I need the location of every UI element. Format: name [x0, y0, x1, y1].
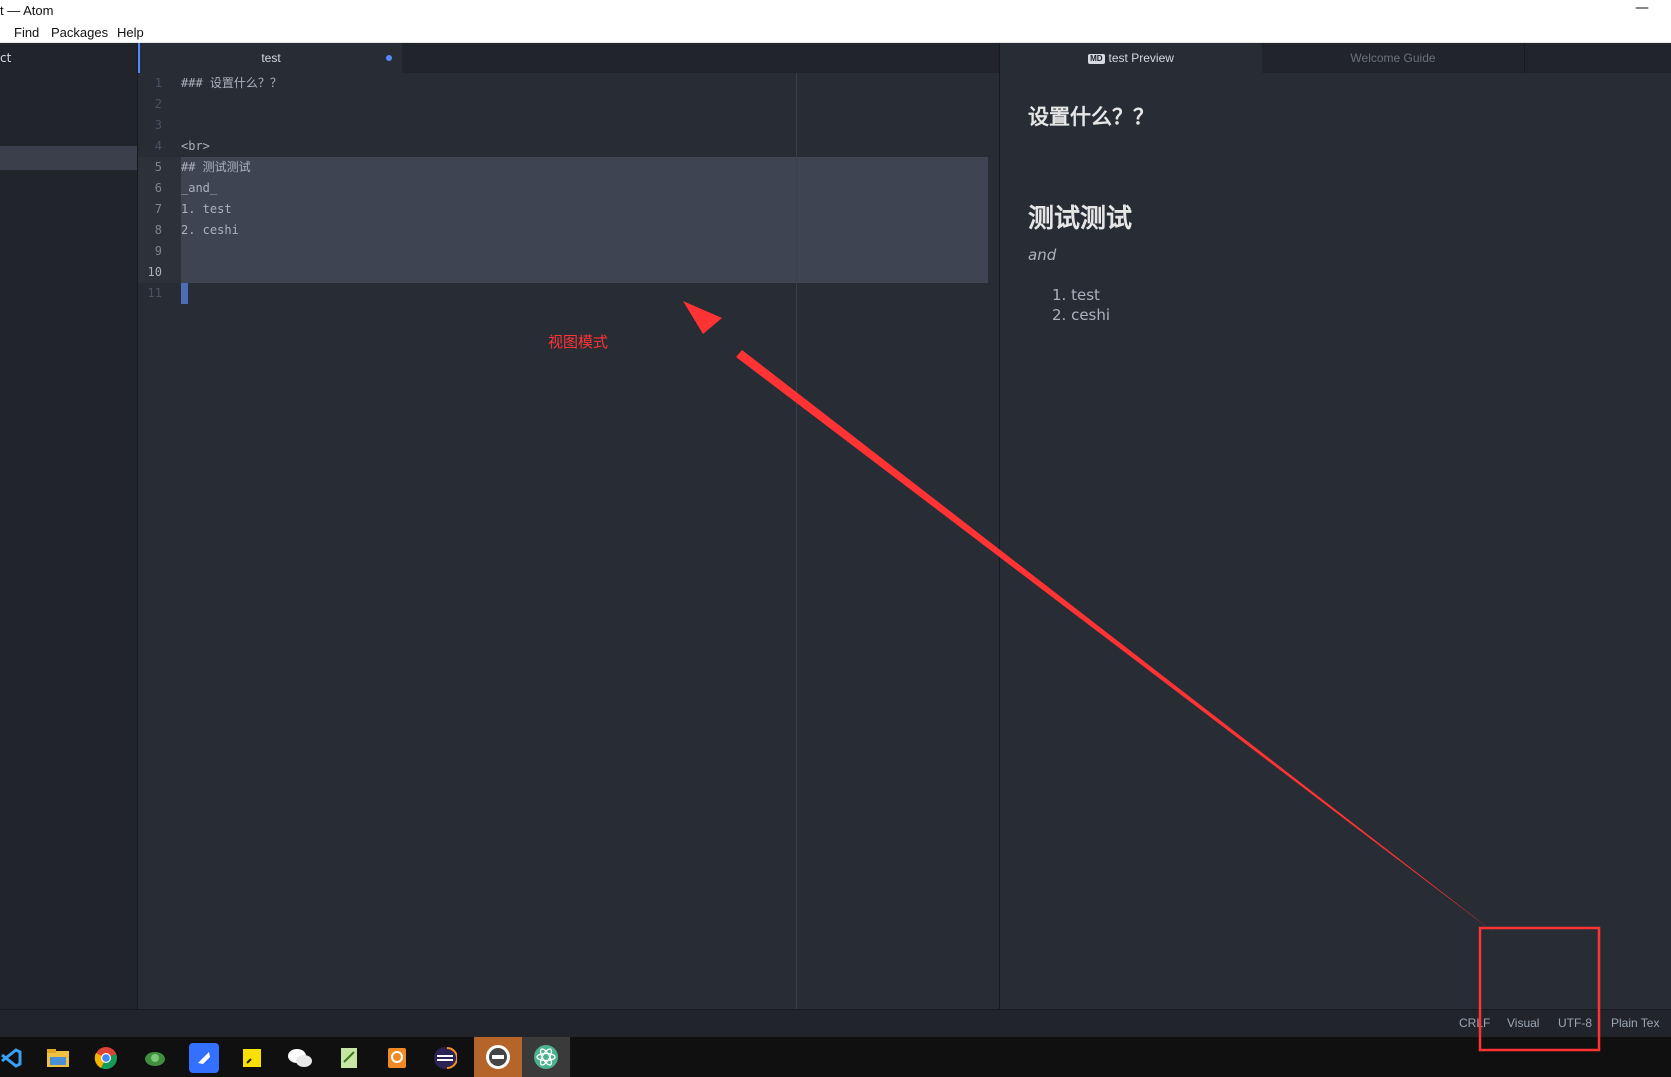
feishu-icon[interactable]: [189, 1043, 219, 1073]
line-ending-indicator[interactable]: CRLF: [1459, 1016, 1490, 1030]
tab-test-preview-label: test Preview: [1108, 51, 1174, 65]
preview-tab-bar: MD test Preview Welcome Guide: [1000, 43, 1671, 73]
line-number: 9: [154, 244, 162, 258]
minimize-button[interactable]: —: [1635, 0, 1649, 16]
markdown-icon: MD: [1088, 54, 1105, 64]
title-bar: t — Atom —: [0, 0, 1671, 23]
annotation-label: 视图模式: [548, 333, 609, 351]
menu-packages[interactable]: Packages: [51, 25, 108, 40]
eclipse-icon[interactable]: [430, 1043, 460, 1073]
markdown-preview-pane: MD test Preview Welcome Guide 设置什么？？ 测试测试…: [999, 43, 1671, 1009]
notepad-icon[interactable]: [334, 1043, 364, 1073]
os-taskbar: [0, 1037, 1671, 1077]
tree-view-header[interactable]: ct: [0, 51, 11, 65]
pdf-app-icon[interactable]: [382, 1043, 412, 1073]
tab-test-label: test: [261, 51, 281, 65]
editor-tab-bar: test: [138, 43, 999, 73]
preview-list-item: 1. test: [1052, 286, 1100, 304]
line-number: 7: [154, 202, 162, 216]
sticky-notes-icon[interactable]: [237, 1043, 267, 1073]
tab-test[interactable]: test: [138, 43, 402, 73]
line-number: 1: [154, 76, 162, 90]
code-line[interactable]: _and_: [181, 178, 217, 199]
line-number: 8: [154, 223, 162, 237]
line-number: 2: [154, 97, 162, 111]
preview-heading-3: 设置什么？？: [1028, 105, 1154, 129]
code-line[interactable]: ### 设置什么？？: [181, 73, 282, 94]
modified-indicator-icon: [386, 55, 392, 61]
editor-pane: test 1 2 3 4 5 6 7 8 9 10 11 ### 设置什么？？ …: [138, 43, 999, 1009]
tab-welcome-guide[interactable]: Welcome Guide: [1262, 43, 1525, 73]
atom-icon[interactable]: [522, 1037, 570, 1077]
vscode-icon[interactable]: [0, 1043, 26, 1073]
tree-view: ct: [0, 43, 138, 1009]
wrap-guide: [796, 73, 797, 1009]
menu-help[interactable]: Help: [117, 25, 144, 40]
menu-find[interactable]: Find: [14, 25, 39, 40]
text-cursor: [181, 283, 188, 304]
tab-welcome-guide-label: Welcome Guide: [1350, 51, 1436, 65]
window-title: t — Atom: [0, 3, 54, 18]
status-bar: CRLF Visual UTF-8 Plain Tex: [0, 1009, 1671, 1038]
tab-test-preview[interactable]: MD test Preview: [1000, 43, 1262, 73]
line-number: 5: [154, 160, 162, 174]
line-number: 4: [154, 139, 162, 153]
line-number: 6: [154, 181, 162, 195]
tree-view-selected-item[interactable]: [0, 146, 137, 170]
text-selection: [181, 157, 988, 283]
code-line[interactable]: ## 测试测试: [181, 157, 251, 178]
preview-heading-2: 测试测试: [1028, 204, 1133, 234]
preview-list-item: 2. ceshi: [1052, 306, 1111, 324]
preview-emphasis: and: [1028, 246, 1057, 264]
line-number: 3: [154, 118, 162, 132]
wechat-icon[interactable]: [285, 1043, 315, 1073]
encoding-indicator[interactable]: UTF-8: [1558, 1016, 1592, 1030]
line-number: 11: [147, 286, 162, 300]
turtle-icon[interactable]: [140, 1043, 170, 1073]
mode-indicator[interactable]: Visual: [1507, 1016, 1539, 1030]
code-line[interactable]: <br>: [181, 136, 210, 157]
code-line[interactable]: 1. test: [181, 199, 232, 220]
file-explorer-icon[interactable]: [43, 1043, 73, 1073]
navicat-icon[interactable]: [474, 1037, 522, 1077]
menu-bar: Find Packages Help: [0, 22, 1671, 43]
code-line[interactable]: 2. ceshi: [181, 220, 239, 241]
chrome-icon[interactable]: [91, 1043, 121, 1073]
grammar-indicator[interactable]: Plain Tex: [1611, 1016, 1659, 1030]
line-number: 10: [147, 265, 162, 279]
